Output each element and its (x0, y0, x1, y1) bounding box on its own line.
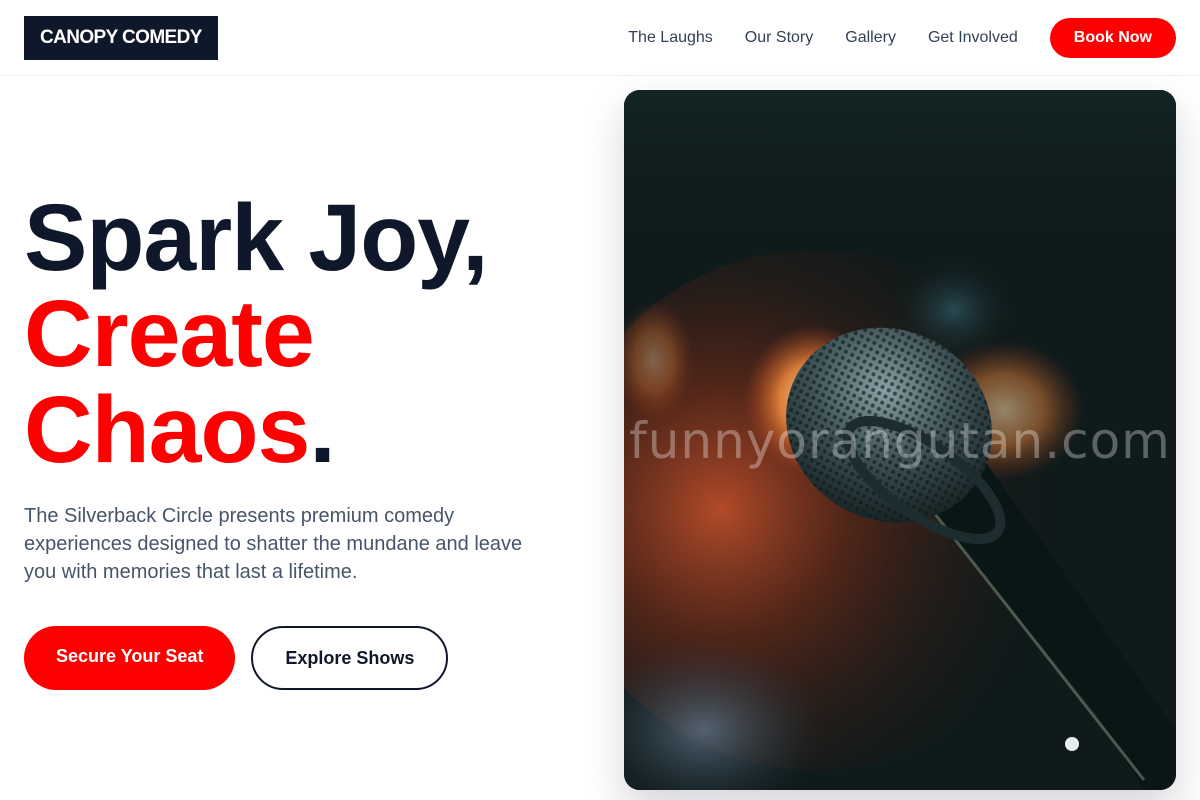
logo[interactable]: CANOPY COMEDY (24, 16, 218, 60)
site-header: CANOPY COMEDY The Laughs Our Story Galle… (0, 0, 1200, 76)
secure-your-seat-button[interactable]: Secure Your Seat (24, 626, 236, 690)
hero-description: The Silverback Circle presents premium c… (24, 505, 523, 583)
book-now-button[interactable]: Book Now (1049, 18, 1176, 58)
hero-title: Spark Joy, Create Chaos. (24, 185, 488, 478)
hero-title-line-2: Create (24, 281, 315, 387)
nav-link-get-involved[interactable]: Get Involved (928, 29, 1018, 47)
nav-link-our-story[interactable]: Our Story (745, 29, 813, 47)
hero-title-line-3: Chaos (24, 377, 310, 483)
main-nav: The Laughs Our Story Gallery Get Involve… (628, 0, 1176, 76)
hero-cta-group: Secure Your Seat Explore Shows (24, 626, 449, 690)
nav-link-gallery[interactable]: Gallery (845, 29, 896, 47)
hero-title-line-1: Spark Joy, (24, 185, 488, 291)
explore-shows-button[interactable]: Explore Shows (251, 626, 449, 690)
nav-link-the-laughs[interactable]: The Laughs (628, 29, 713, 47)
hero-microphone-image: funnyorangutan.com (624, 90, 1176, 790)
microphone-illustration (624, 90, 1176, 790)
hero-title-period: . (309, 377, 335, 483)
